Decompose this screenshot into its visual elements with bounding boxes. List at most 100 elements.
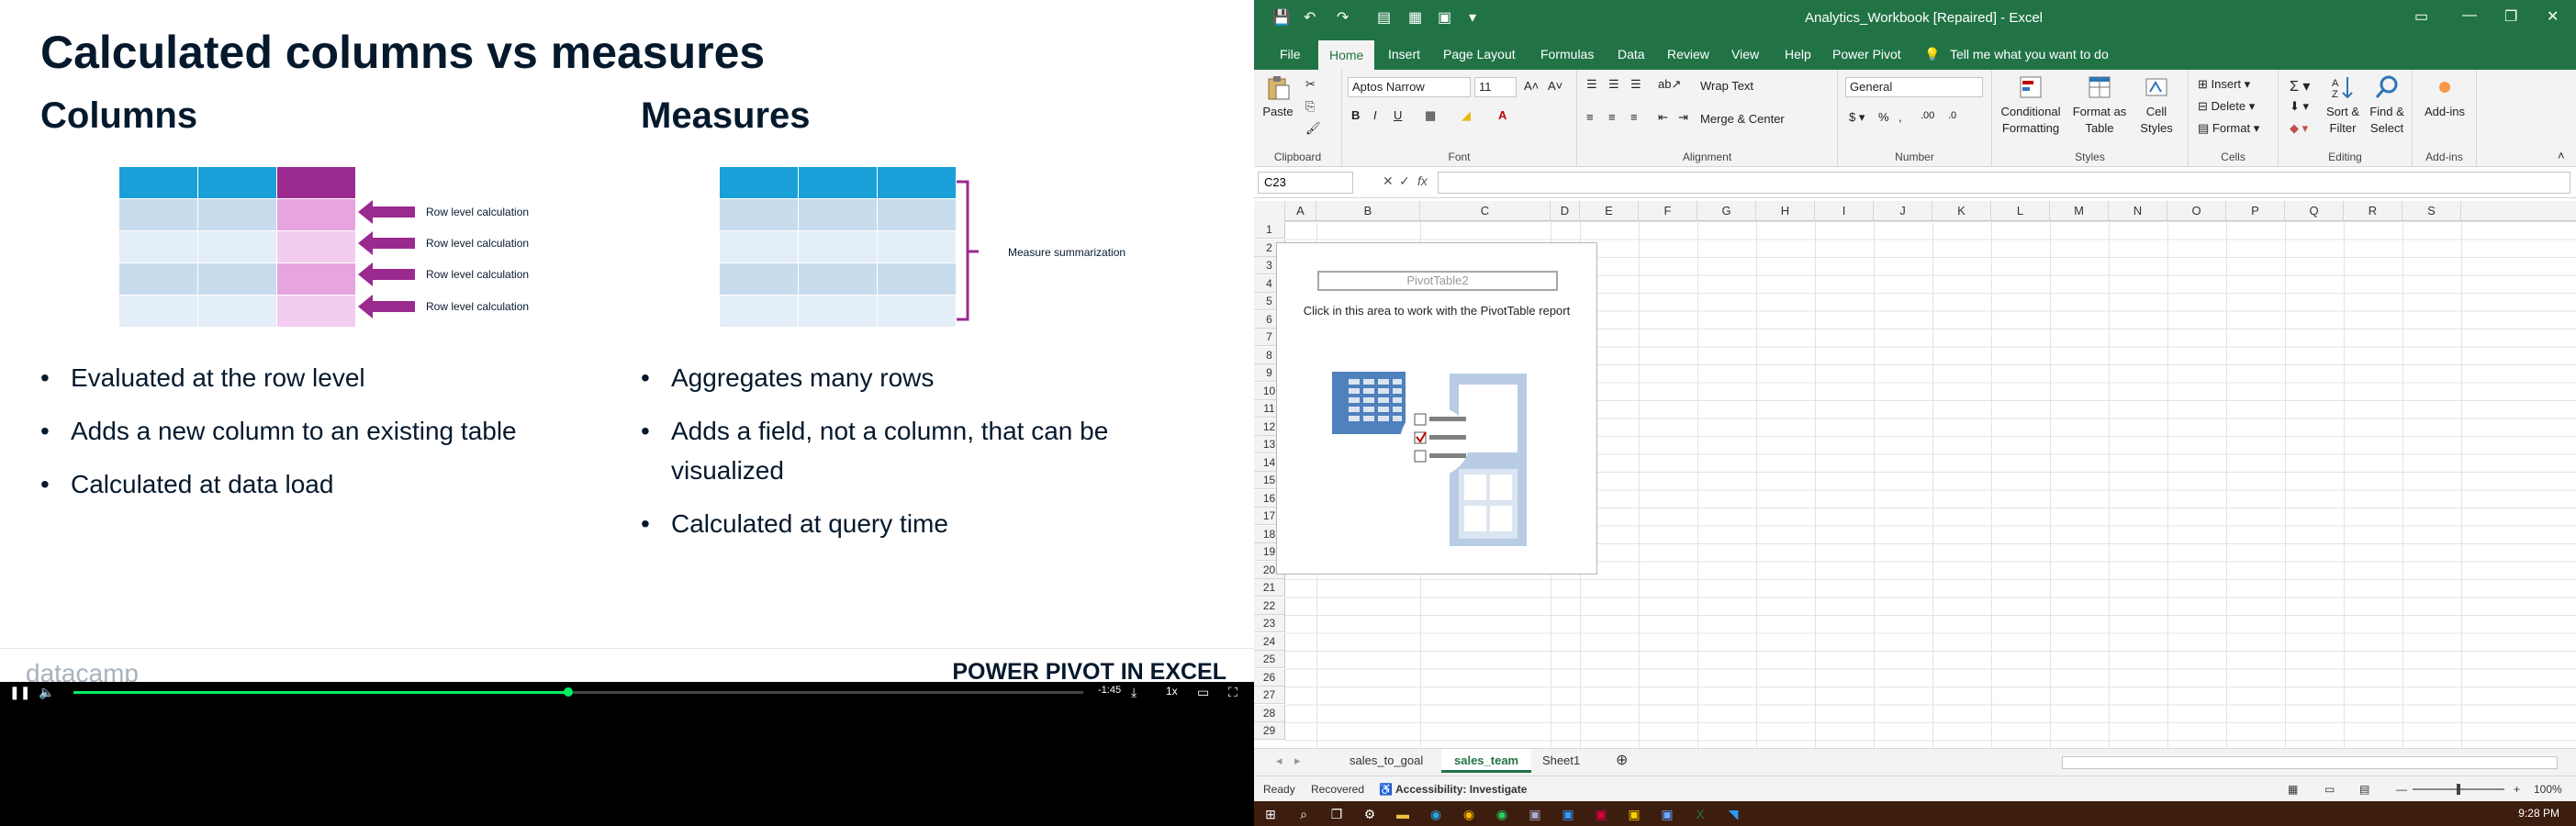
row-header[interactable]: 27 [1254,686,1285,704]
row-header[interactable]: 28 [1254,704,1285,722]
percent-icon[interactable]: % [1878,110,1889,124]
column-header[interactable]: N [2109,201,2167,221]
italic-button[interactable]: I [1373,108,1377,122]
column-header[interactable]: L [1991,201,2050,221]
font-color-icon[interactable]: A [1498,108,1506,122]
seek-knob[interactable] [564,687,573,697]
next-sheet-icon[interactable]: ▸ [1282,749,1314,773]
paste-button[interactable]: Paste [1260,73,1296,120]
file-explorer-icon[interactable]: ▬ [1394,805,1412,823]
column-header[interactable]: A [1285,201,1316,221]
column-header[interactable]: J [1874,201,1932,221]
app-icon[interactable]: ▣ [1526,805,1544,823]
increase-decimal-icon[interactable]: .00 [1921,110,1934,121]
add-sheet-icon[interactable]: ⊕ [1603,749,1641,773]
name-box[interactable]: C23 [1258,172,1353,194]
align-center-icon[interactable]: ≡ [1608,110,1616,124]
windows-start-icon[interactable]: ⊞ [1261,805,1280,823]
tell-me-search[interactable]: Tell me what you want to do [1950,47,2109,61]
column-header[interactable]: B [1316,201,1420,221]
column-header[interactable]: M [2050,201,2109,221]
captions-icon[interactable]: ▭ [1197,685,1209,700]
column-header[interactable]: O [2167,201,2226,221]
decrease-decimal-icon[interactable]: .0 [1948,110,1956,121]
decrease-font-icon[interactable]: A˅ [1548,79,1562,93]
column-header[interactable]: C [1420,201,1551,221]
tab-view[interactable]: View [1731,43,1759,65]
sort-filter-button[interactable]: AZ Sort & Filter [2323,73,2363,137]
row-header[interactable]: 26 [1254,668,1285,686]
form-icon[interactable]: ▤ [1377,8,1391,27]
cut-icon[interactable]: ✂ [1305,77,1316,92]
zoom-slider[interactable] [2413,784,2504,795]
currency-icon[interactable]: $ ▾ [1849,110,1865,125]
conditional-formatting-button[interactable]: Conditional Formatting [1996,73,2066,137]
sticky-notes-icon[interactable]: ▣ [1625,805,1643,823]
cancel-formula-icon[interactable]: ✕ [1383,173,1394,189]
fullscreen-icon[interactable]: ⛶ [1228,685,1238,700]
comma-icon[interactable]: , [1898,110,1902,124]
vscode-icon[interactable]: ◥ [1724,805,1742,823]
format-as-table-button[interactable]: Format as Table [2069,73,2130,137]
font-name-select[interactable]: Aptos Narrow [1348,77,1471,97]
app-icon[interactable]: ▣ [1559,805,1577,823]
align-right-icon[interactable]: ≡ [1630,110,1638,124]
find-select-button[interactable]: Find & Select [2365,73,2409,137]
row-header[interactable]: 22 [1254,597,1285,615]
tab-file[interactable]: File [1280,43,1301,65]
bold-button[interactable]: B [1351,108,1360,122]
sheet-tab-sales-to-goal[interactable]: sales_to_goal [1337,749,1436,773]
paste-values-icon[interactable]: ▣ [1438,8,1451,27]
chrome-icon[interactable]: ◉ [1460,805,1478,823]
normal-view-icon[interactable]: ▦ [2288,783,2298,796]
insert-function-icon[interactable]: fx [1417,173,1428,188]
column-header[interactable]: S [2402,201,2461,221]
collapse-ribbon-icon[interactable]: ˄ [2558,149,2565,162]
sheet-tab-sales-team[interactable]: sales_team [1441,749,1532,773]
format-cells-button[interactable]: ▤ Format ▾ [2198,121,2259,136]
merge-center-button[interactable]: Merge & Center [1700,112,1785,126]
insert-cells-button[interactable]: ⊞ Insert ▾ [2198,77,2250,92]
search-icon[interactable]: ⌕ [1294,805,1313,823]
accessibility-status[interactable]: Accessibility: Investigate [1395,783,1527,796]
tab-help[interactable]: Help [1785,43,1811,65]
column-header[interactable]: Q [2285,201,2344,221]
zoom-thumb[interactable] [2457,784,2460,795]
page-break-view-icon[interactable]: ▤ [2359,783,2369,796]
settings-icon[interactable]: ⚙ [1361,805,1379,823]
delete-cells-button[interactable]: ⊟ Delete ▾ [2198,99,2255,114]
fill-icon[interactable]: ⬇ ▾ [2290,99,2309,114]
tab-data[interactable]: Data [1618,43,1645,65]
increase-font-icon[interactable]: A˄ [1524,79,1539,93]
task-view-icon[interactable]: ❐ [1327,805,1346,823]
tab-review[interactable]: Review [1667,43,1709,65]
calculator-icon[interactable]: ▦ [1408,8,1422,27]
formula-input[interactable] [1438,172,2570,194]
undo-icon[interactable]: ↶ [1304,8,1316,27]
zoom-out-icon[interactable]: — [2396,783,2407,796]
cell-styles-button[interactable]: Cell Styles [2130,73,2183,137]
align-left-icon[interactable]: ≡ [1586,110,1594,124]
app-icon[interactable]: ▣ [1592,805,1610,823]
close-icon[interactable]: ✕ [2547,7,2559,26]
zoom-level[interactable]: 100% [2534,783,2562,796]
row-header[interactable]: 25 [1254,651,1285,668]
column-header[interactable]: F [1639,201,1697,221]
column-header[interactable]: P [2226,201,2285,221]
tab-home[interactable]: Home [1318,40,1375,70]
row-header[interactable]: 1 [1254,221,1285,239]
zoom-in-icon[interactable]: + [2514,783,2520,796]
align-middle-icon[interactable]: ☰ [1608,77,1619,92]
tab-power-pivot[interactable]: Power Pivot [1832,43,1901,65]
number-format-select[interactable]: General [1845,77,1983,97]
restore-icon[interactable]: ❐ [2504,7,2517,26]
align-bottom-icon[interactable]: ☰ [1630,77,1641,92]
font-size-select[interactable]: 11 [1474,77,1517,97]
save-icon[interactable]: 💾 [1272,8,1291,27]
volume-icon[interactable]: 🔈 [39,685,54,700]
wrap-text-button[interactable]: Wrap Text [1700,79,1753,93]
ribbon-display-icon[interactable]: ▭ [2414,7,2428,26]
align-top-icon[interactable]: ☰ [1586,77,1597,92]
orientation-icon[interactable]: ab↗ [1658,77,1681,92]
enter-formula-icon[interactable]: ✓ [1399,173,1410,189]
